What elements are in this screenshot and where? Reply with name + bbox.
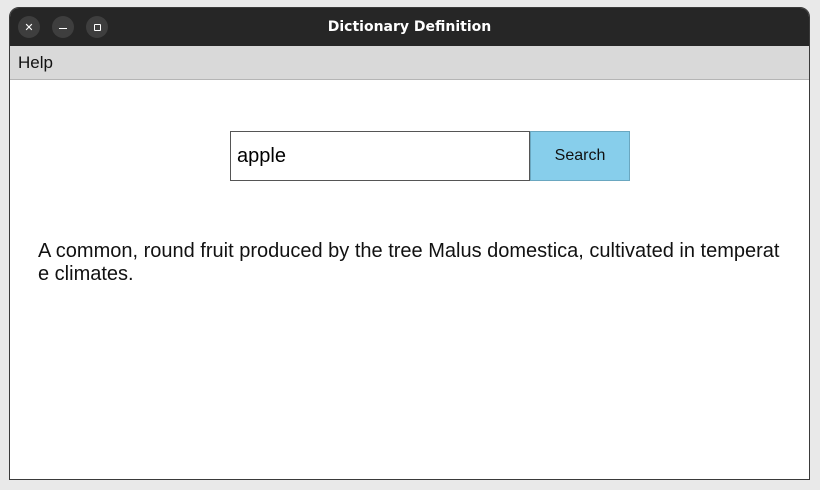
title-bar[interactable]: ✕ Dictionary Definition	[10, 8, 809, 46]
menu-bar: Help	[10, 46, 809, 80]
definition-text: A common, round fruit produced by the tr…	[38, 240, 780, 285]
menu-item-help[interactable]: Help	[18, 46, 53, 80]
search-button[interactable]: Search	[530, 131, 630, 181]
app-window: ✕ Dictionary Definition Help Search A co…	[9, 7, 810, 480]
search-input[interactable]	[230, 131, 530, 181]
window-title: Dictionary Definition	[327, 19, 492, 35]
